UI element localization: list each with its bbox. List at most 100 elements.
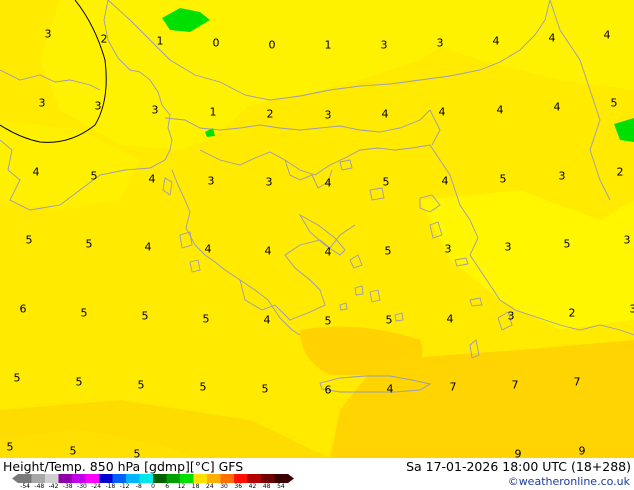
temperature-value: 5 <box>499 172 507 186</box>
island-thasos <box>339 159 353 171</box>
temperature-value: 1 <box>324 38 332 52</box>
temperature-value: 9 <box>578 444 586 458</box>
color-scale-segment <box>220 474 235 483</box>
weather-map: 3 2 1 0 0 1 3 3 4 4 4 3 3 3 1 2 3 4 4 4 4 5 4 5 4 3 3 4 5 4 5 3 2 5 5 4 4 4 4 5… <box>0 0 634 460</box>
temperature-value: 4 <box>144 240 152 254</box>
temperature-value: 3 <box>151 103 159 117</box>
map-background <box>0 0 634 458</box>
scale-tick-label: 36 <box>234 483 243 490</box>
temperature-value: 4 <box>446 312 454 326</box>
island-kefalonia <box>179 231 193 249</box>
scale-tick-label: -18 <box>105 483 116 490</box>
scale-tick-label: -38 <box>62 483 73 490</box>
color-scale-segment <box>180 474 194 483</box>
temperature-value: 4 <box>324 176 332 190</box>
site-credit[interactable]: ©weatheronline.co.uk <box>508 475 630 488</box>
scale-tick-label: 6 <box>165 483 170 490</box>
temperature-value: 2 <box>568 306 576 320</box>
temperature-value: 1 <box>156 34 164 48</box>
temperature-value: 5 <box>141 309 149 323</box>
temperature-value: 2 <box>616 165 624 179</box>
scale-tick-label: -42 <box>48 483 59 490</box>
temperature-value: 5 <box>324 314 332 328</box>
temperature-value: 4 <box>553 100 561 114</box>
color-scale-segment <box>112 474 127 483</box>
temperature-value: 2 <box>100 32 108 46</box>
temperature-value: 0 <box>212 36 220 50</box>
temperature-value: 5 <box>385 313 393 327</box>
scale-tick-label: -8 <box>135 483 142 490</box>
scale-tick-label: 24 <box>206 483 214 490</box>
temperature-value: 4 <box>204 242 212 256</box>
temperature-value: 5 <box>563 237 571 251</box>
temperature-value: 4 <box>386 382 394 396</box>
color-scale-segment <box>166 474 181 483</box>
temperature-value: 5 <box>202 312 210 326</box>
temperature-value: 3 <box>558 169 566 183</box>
island-cyclades-a <box>339 302 348 311</box>
color-scale-segment <box>139 474 154 483</box>
color-scale-segment <box>99 474 113 483</box>
temperature-value: 5 <box>6 440 14 454</box>
color-scale-segment <box>247 474 262 483</box>
scale-tick-label: -12 <box>119 483 130 490</box>
color-scale-segment <box>274 474 289 483</box>
temperature-value: 4 <box>496 103 504 117</box>
temperature-value: 5 <box>90 169 98 183</box>
temperature-value: 4 <box>492 34 500 48</box>
temperature-value: 4 <box>441 174 449 188</box>
island-cyclades-b <box>394 312 404 322</box>
scale-arrow-left <box>12 474 18 483</box>
color-scale-segment <box>153 474 167 483</box>
temperature-value: 4 <box>548 31 556 45</box>
scale-tick-label: 0 <box>151 483 155 490</box>
temperature-value: 3 <box>94 99 102 113</box>
island-andros <box>349 254 363 269</box>
color-scale-segment <box>234 474 248 483</box>
temperature-value: 5 <box>384 244 392 258</box>
island-evia <box>298 213 346 256</box>
temperature-value: 6 <box>19 302 27 316</box>
coastline-peloponnese <box>239 224 356 321</box>
color-scale: -54 -48 -42 -38 -30 -24 -18 -12 -8 0 6 12 18 24 30 36 42… <box>12 473 294 490</box>
scale-tick-label: 48 <box>262 483 271 490</box>
temperature-value: 3 <box>207 174 215 188</box>
temperature-value: 3 <box>44 27 52 41</box>
temperature-value: 0 <box>268 38 276 52</box>
temperature-value: 5 <box>610 96 618 110</box>
island-lemnos <box>369 187 385 201</box>
map-title: Height/Temp. 850 hPa [gdmp][°C] GFS <box>3 459 244 474</box>
color-scale-segment <box>45 474 59 483</box>
scale-tick-label: 12 <box>177 483 186 490</box>
scale-tick-label: 18 <box>191 483 200 490</box>
color-scale-segment <box>72 474 86 483</box>
color-scale-segment <box>261 474 275 483</box>
temperature-value: 3 <box>38 96 46 110</box>
color-scale-segment <box>193 474 208 483</box>
island-zakynthos <box>189 259 201 273</box>
color-scale-segment <box>126 474 140 483</box>
scale-tick-label: -30 <box>77 483 87 490</box>
temperature-value: 7 <box>573 375 581 389</box>
temperature-value: 6 <box>324 383 332 397</box>
island-corfu <box>162 177 173 196</box>
island-paros <box>354 285 364 296</box>
temperature-value: 7 <box>449 380 457 394</box>
scale-tick-label: 42 <box>248 483 257 490</box>
temperature-value: 3 <box>444 242 452 256</box>
color-scale-segment <box>207 474 221 483</box>
temperature-value: 5 <box>261 382 269 396</box>
temperature-value: 4 <box>438 105 446 119</box>
temperature-value: 3 <box>504 240 512 254</box>
color-scale-segment <box>58 474 73 483</box>
temperature-value: 3 <box>265 175 273 189</box>
temperature-value: 1 <box>209 105 217 119</box>
scale-tick-label: 30 <box>220 483 228 490</box>
temperature-value: 5 <box>85 237 93 251</box>
cold-patch-east <box>614 118 634 142</box>
temperature-value: 3 <box>436 36 444 50</box>
scale-arrow-right <box>288 474 294 483</box>
valid-time: Sa 17-01-2026 18:00 UTC (18+288) <box>406 459 631 474</box>
island-kos <box>469 297 483 307</box>
color-scale-segment <box>85 474 100 483</box>
